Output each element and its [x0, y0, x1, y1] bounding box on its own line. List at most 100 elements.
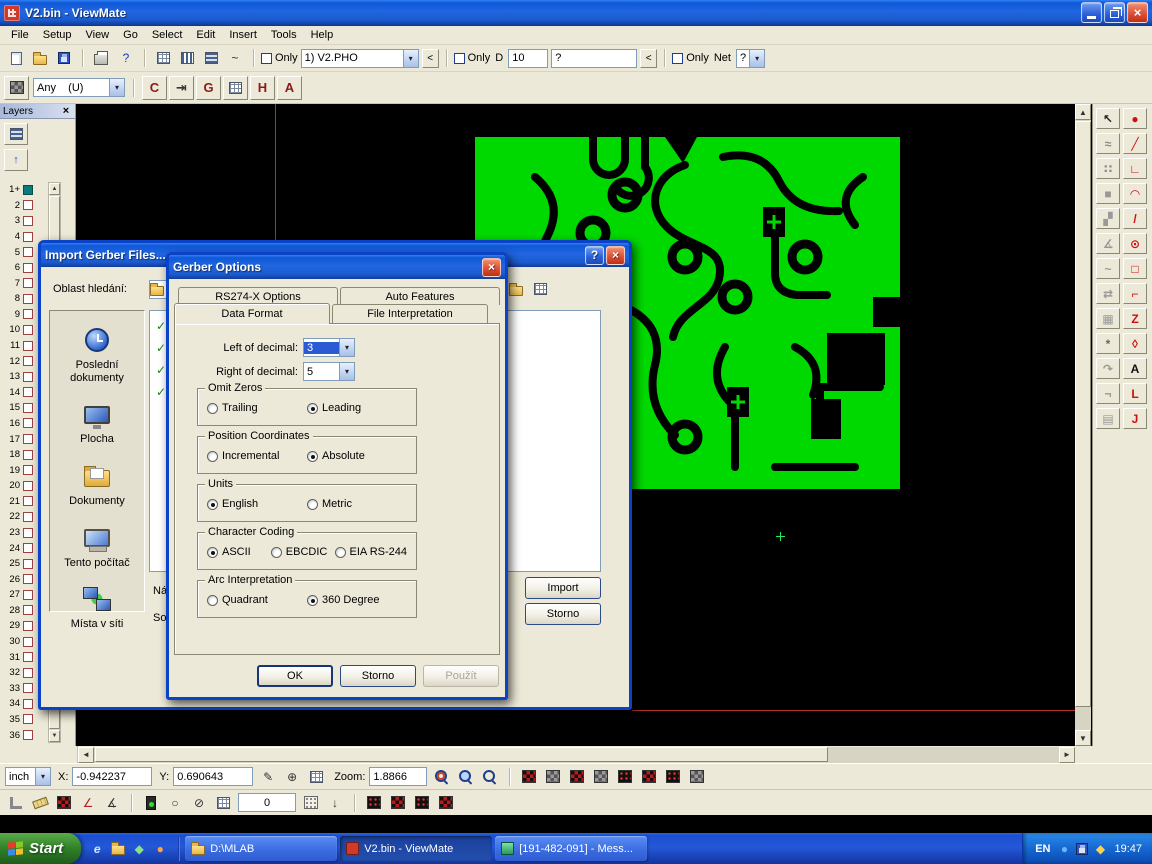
radio-eia-rs-244[interactable]: EIA RS-244	[335, 546, 407, 558]
highlight-net-icon[interactable]: ≈	[1096, 133, 1120, 154]
dimension-icon[interactable]: ¬	[1096, 383, 1120, 404]
mirror-icon[interactable]: ▞	[1096, 208, 1120, 229]
close-button[interactable]: ×	[1127, 2, 1148, 23]
letter-g-icon[interactable]: G	[196, 76, 221, 100]
layer-row-3[interactable]: 3	[2, 213, 46, 229]
tab-auto-features[interactable]: Auto Features	[340, 287, 500, 305]
rect-outline-icon[interactable]: □	[1123, 258, 1147, 279]
chevron-down-icon[interactable]: ▾	[339, 339, 354, 356]
radio-icon[interactable]	[307, 451, 318, 462]
pad-pattern-3-icon[interactable]	[411, 793, 433, 813]
scroll-up-icon[interactable]: ▲	[1075, 104, 1091, 120]
layer-color-swatch[interactable]	[23, 668, 33, 678]
measure-angle-icon[interactable]: ∡	[1096, 233, 1120, 254]
place-tento-po-ta[interactable]: Tento počítač	[51, 523, 143, 570]
layer-color-swatch[interactable]	[23, 341, 33, 351]
menu-select[interactable]: Select	[145, 27, 190, 43]
layer-row-35[interactable]: 35	[2, 712, 46, 728]
scrollbar-track[interactable]	[1075, 120, 1091, 730]
layer-color-swatch[interactable]	[23, 418, 33, 428]
radio-icon[interactable]	[207, 451, 218, 462]
radio-icon[interactable]	[335, 547, 346, 558]
slash-circle-icon[interactable]: ⊘	[188, 793, 210, 813]
grid-snap-icon[interactable]	[223, 76, 248, 100]
scroll-up-icon[interactable]: ▲	[49, 183, 60, 195]
layer-color-swatch[interactable]	[23, 325, 33, 335]
clock[interactable]: 19:47	[1114, 843, 1142, 855]
ok-button[interactable]: OK	[257, 665, 333, 687]
show-desktop-icon[interactable]	[109, 840, 127, 858]
layer-color-swatch[interactable]	[23, 465, 33, 475]
wave-tool-icon[interactable]: ~	[1096, 258, 1120, 279]
prev-layer-button[interactable]: <	[422, 49, 439, 68]
only-layer-checkbox[interactable]: Only	[261, 52, 298, 64]
layer-up-button[interactable]: ↑	[4, 149, 28, 171]
letter-h-icon[interactable]: H	[250, 76, 275, 100]
menu-setup[interactable]: Setup	[36, 27, 79, 43]
zoom-value[interactable]	[369, 767, 427, 786]
import-cancel-button[interactable]: Storno	[525, 603, 601, 625]
close-icon[interactable]: ×	[60, 105, 72, 117]
layer-color-swatch[interactable]	[23, 512, 33, 522]
place-plocha[interactable]: Plocha	[51, 399, 143, 446]
horizontal-scrollbar[interactable]: ◄ ►	[0, 746, 1152, 763]
pad-pattern-2-icon[interactable]	[387, 793, 409, 813]
ruler-icon[interactable]	[29, 793, 51, 813]
media-player-icon[interactable]: ◆	[130, 840, 148, 858]
radio-leading[interactable]: Leading	[307, 402, 407, 414]
left-of-decimal-select[interactable]: 3▾	[303, 338, 355, 357]
draw-polyline-icon[interactable]: ∟	[1123, 158, 1147, 179]
layer-color-swatch[interactable]	[23, 559, 33, 569]
layer-stack-button[interactable]	[4, 123, 28, 145]
select-pointer-icon[interactable]: ↖	[1096, 108, 1120, 129]
pad-dot-icon[interactable]: ●	[1123, 108, 1147, 129]
radio-incremental[interactable]: Incremental	[207, 450, 307, 462]
layer-color-swatch[interactable]	[23, 372, 33, 382]
draw-mode-icon[interactable]: ✎	[257, 767, 279, 787]
dialog-close-button[interactable]: ×	[482, 258, 501, 277]
import-button[interactable]: Import	[525, 577, 601, 599]
layer-color-swatch[interactable]	[23, 263, 33, 273]
place-posledn-dokumenty[interactable]: Poslední dokumenty	[51, 325, 143, 384]
chevron-down-icon[interactable]: ▾	[339, 363, 354, 380]
letter-a-icon[interactable]: A	[277, 76, 302, 100]
layer-color-swatch[interactable]	[23, 309, 33, 319]
display-mode-2-icon[interactable]	[542, 767, 564, 787]
print-icon[interactable]	[90, 48, 112, 68]
aperture-filter-select[interactable]: Any (U)▾	[33, 78, 125, 97]
new-document-icon[interactable]	[5, 48, 27, 68]
layer-color-swatch[interactable]	[23, 590, 33, 600]
menu-go[interactable]: Go	[116, 27, 145, 43]
radio-ebcdic[interactable]: EBCDIC	[271, 546, 335, 558]
language-tray-icon[interactable]: ●	[1056, 841, 1072, 857]
grid-table-icon[interactable]	[212, 793, 234, 813]
radio-360-degree[interactable]: 360 Degree	[307, 594, 407, 606]
scrollbar-thumb[interactable]	[1075, 121, 1091, 707]
radio-icon[interactable]	[271, 547, 282, 558]
rotate-icon[interactable]: ↷	[1096, 358, 1120, 379]
browser-icon[interactable]: ●	[151, 840, 169, 858]
taskbar-button-v2-bin-viewmate[interactable]: V2.bin - ViewMate	[340, 836, 492, 861]
display-mode-6-icon[interactable]	[638, 767, 660, 787]
minimize-button[interactable]	[1081, 2, 1102, 23]
layer-color-swatch[interactable]	[23, 294, 33, 304]
export-icon[interactable]: ▤	[1096, 408, 1120, 429]
layer-color-swatch[interactable]	[23, 450, 33, 460]
right-of-decimal-select[interactable]: 5▾	[303, 362, 355, 381]
only-net-checkbox[interactable]: Only	[672, 52, 709, 64]
dot-grid-icon[interactable]	[300, 793, 322, 813]
chevron-down-icon[interactable]: ▾	[749, 50, 764, 67]
scroll-right-icon[interactable]: ►	[1059, 747, 1075, 763]
tab-file-interpretation[interactable]: File Interpretation	[332, 304, 488, 323]
layer-color-swatch[interactable]	[23, 496, 33, 506]
tab-data-format[interactable]: Data Format	[174, 303, 330, 324]
layer-color-swatch[interactable]	[23, 216, 33, 226]
views-icon[interactable]	[529, 279, 551, 299]
radio-absolute[interactable]: Absolute	[307, 450, 407, 462]
layer-color-swatch[interactable]	[23, 185, 33, 195]
display-mode-7-icon[interactable]	[662, 767, 684, 787]
display-mode-3-icon[interactable]	[566, 767, 588, 787]
open-file-icon[interactable]	[29, 48, 51, 68]
draw-diagonal-icon[interactable]: /	[1123, 208, 1147, 229]
select-group-icon[interactable]: ∷	[1096, 158, 1120, 179]
